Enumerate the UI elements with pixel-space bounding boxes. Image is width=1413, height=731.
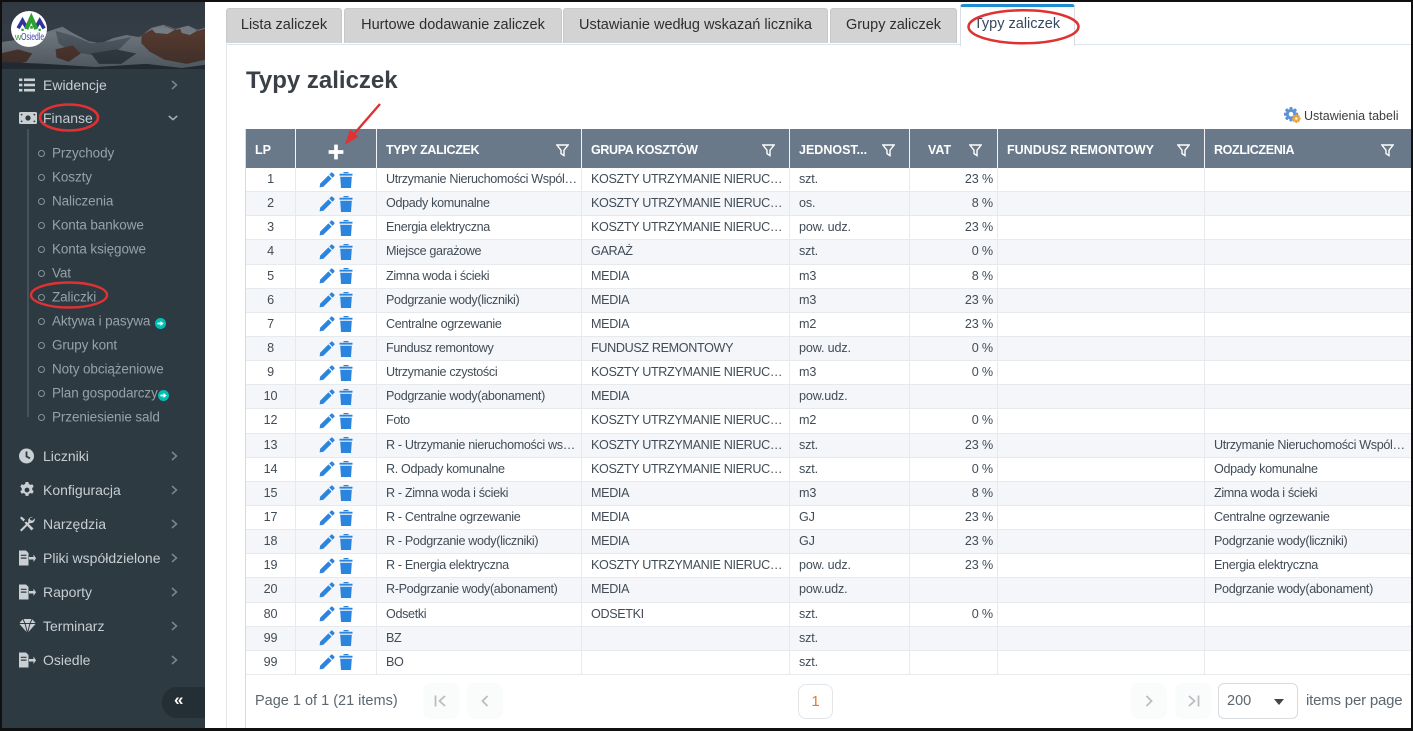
svg-text:Osiedle: Osiedle: [21, 32, 44, 43]
